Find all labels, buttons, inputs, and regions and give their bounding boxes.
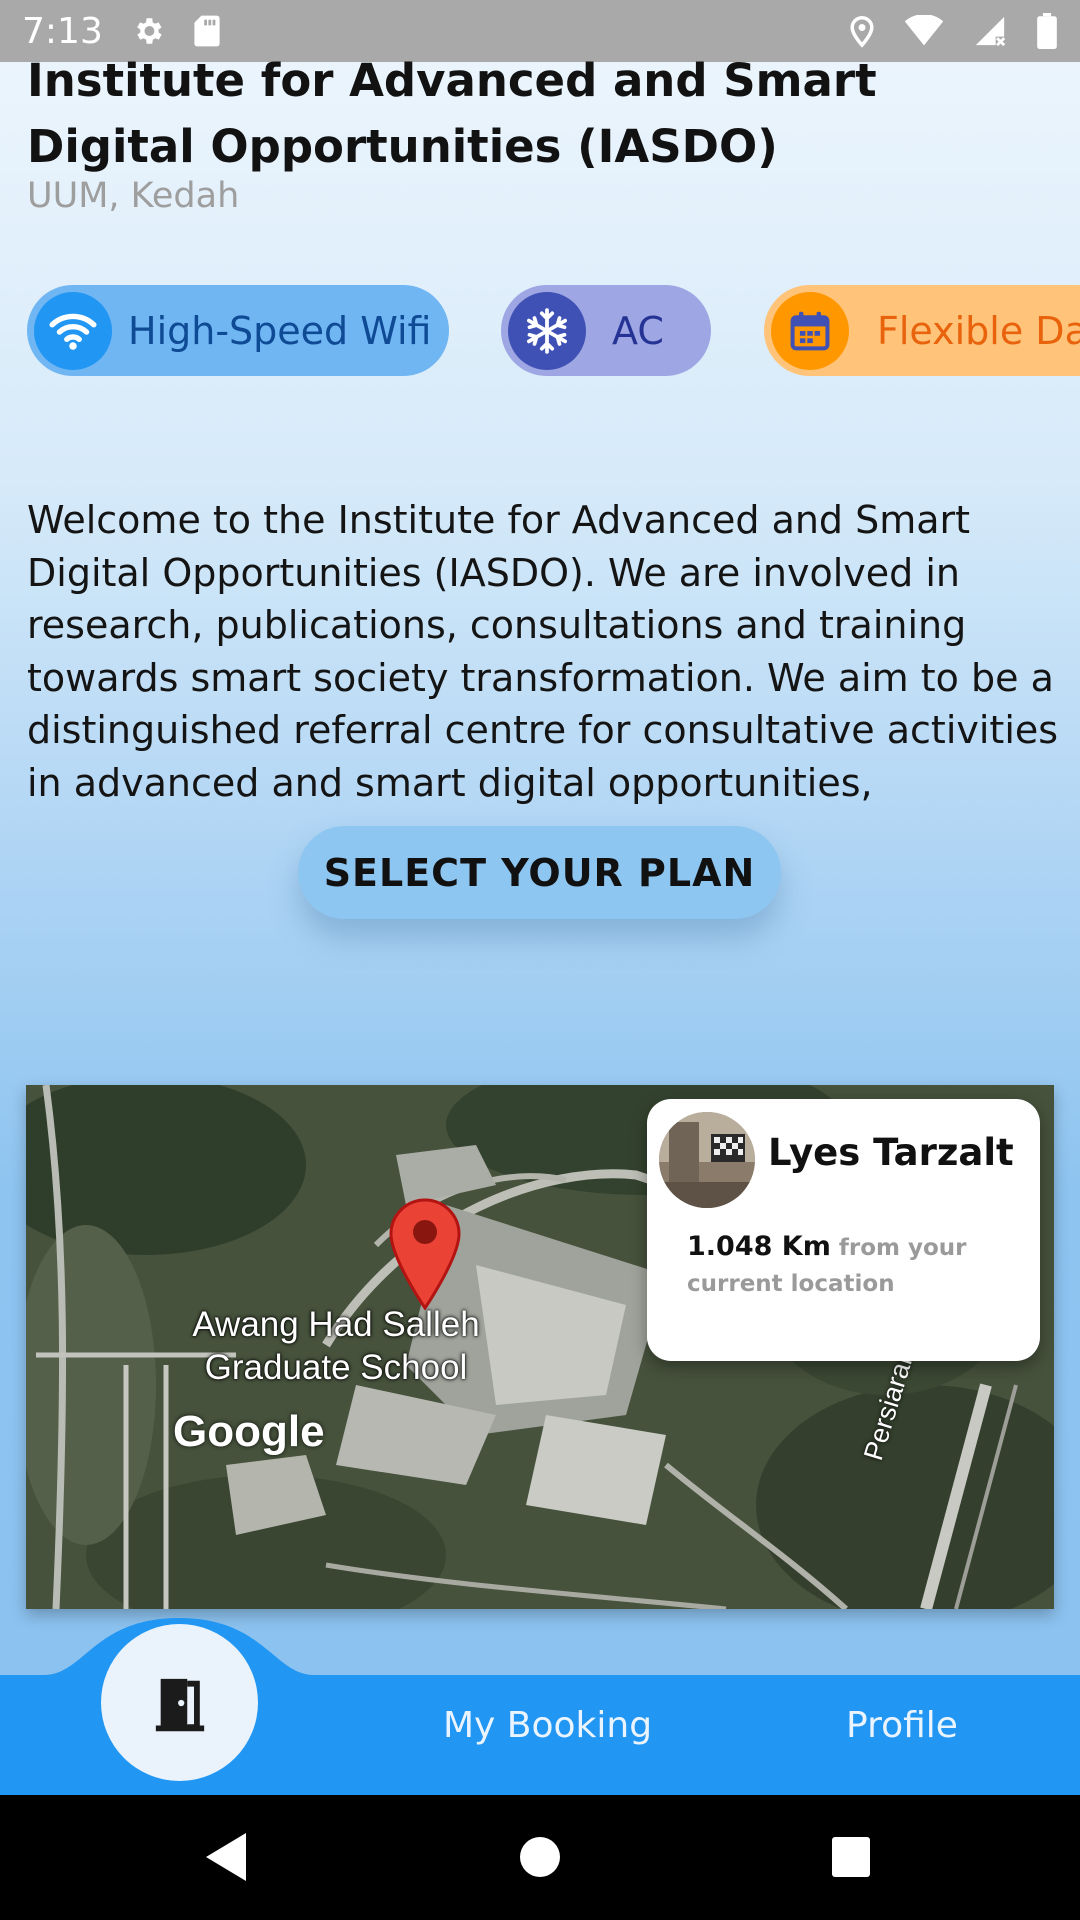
- place-title: Institute for Advanced and Smart Digital…: [27, 54, 877, 173]
- amenity-chip-wifi[interactable]: High-Speed Wifi: [27, 285, 449, 376]
- map-place-label: Awang Had Salleh Graduate School: [192, 1305, 480, 1387]
- host-card[interactable]: Lyes Tarzalt 1.048 Km from your current …: [647, 1099, 1040, 1361]
- battery-icon: [1037, 13, 1057, 49]
- nav-profile[interactable]: Profile: [846, 1705, 958, 1746]
- select-plan-button[interactable]: SELECT YOUR PLAN: [298, 826, 781, 919]
- wifi-signal-icon: [904, 15, 944, 46]
- amenity-label: Flexible Date: [877, 308, 1080, 353]
- back-icon[interactable]: [202, 1831, 250, 1883]
- home-icon[interactable]: [518, 1831, 562, 1883]
- amenity-chip-flexible-date[interactable]: Flexible Date: [764, 285, 1080, 376]
- map-pin-icon[interactable]: [389, 1198, 461, 1310]
- distance-value: 1.048 Km: [687, 1231, 831, 1262]
- snowflake-icon: [508, 291, 586, 370]
- sd-card-icon: [194, 15, 220, 47]
- amenity-label: AC: [612, 308, 664, 353]
- door-icon: [155, 1678, 204, 1731]
- nav-home-button[interactable]: [101, 1624, 258, 1781]
- recents-icon[interactable]: [830, 1831, 872, 1883]
- place-location: UUM, Kedah: [27, 176, 240, 216]
- settings-icon: [137, 18, 162, 44]
- wifi-icon: [34, 291, 112, 370]
- amenity-chip-ac[interactable]: AC: [501, 285, 711, 376]
- avatar: [659, 1112, 755, 1208]
- google-logo: Google: [173, 1407, 325, 1456]
- amenity-label: High-Speed Wifi: [128, 308, 432, 353]
- nav-my-booking[interactable]: My Booking: [443, 1705, 652, 1746]
- place-description: Welcome to the Institute for Advanced an…: [27, 498, 1059, 805]
- status-time: 7:13: [22, 10, 103, 52]
- status-right: [848, 13, 1058, 49]
- status-left: 7:13: [22, 11, 221, 52]
- system-navigation-bar: [0, 1795, 1080, 1920]
- location-icon: [850, 15, 874, 48]
- cell-signal-icon: [975, 16, 1006, 47]
- calendar-icon: [771, 291, 849, 370]
- host-name: Lyes Tarzalt: [768, 1131, 1014, 1174]
- host-distance: 1.048 Km from your current location: [687, 1229, 1017, 1302]
